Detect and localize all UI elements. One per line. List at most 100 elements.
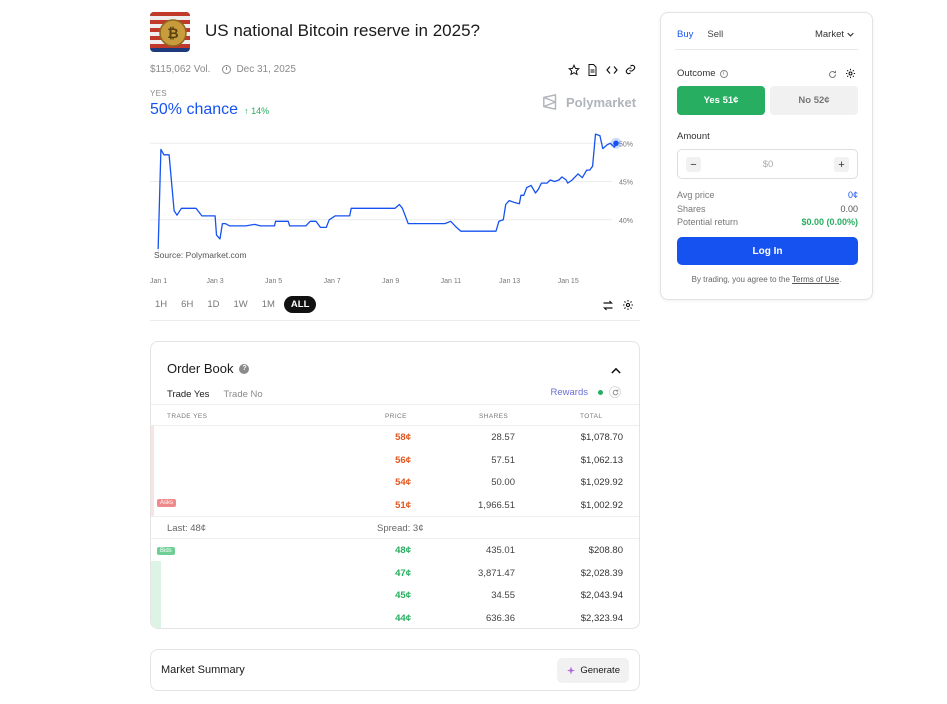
tab-trade-yes[interactable]: Trade Yes	[167, 389, 209, 400]
swap-arrows-icon[interactable]	[602, 298, 614, 316]
stat-label: Avg price	[677, 190, 715, 200]
tab-sell[interactable]: Sell	[707, 29, 723, 50]
market-thumbnail: ₿	[150, 12, 190, 52]
asks-tag: Asks	[157, 499, 177, 507]
tab-buy[interactable]: Buy	[677, 29, 694, 50]
refresh-icon[interactable]	[828, 66, 837, 84]
order-total: $1,002.92	[580, 499, 623, 511]
terms-of-use-link[interactable]: Terms of Use	[792, 275, 839, 284]
sparkle-icon	[567, 666, 576, 674]
order-book-panel: Order Book ? Trade Yes Trade No Rewards …	[150, 341, 640, 629]
bid-row[interactable]: 44¢ 636.36 $2,323.94	[151, 607, 639, 629]
help-icon[interactable]: ?	[239, 363, 250, 374]
settings-gear-icon[interactable]	[622, 298, 634, 316]
market-meta: $115,062 Vol. Dec 31, 2025	[150, 64, 296, 75]
embed-code-icon[interactable]	[604, 62, 619, 77]
market-actions	[566, 62, 638, 77]
bid-row[interactable]: 48¢ 435.01 $208.80	[151, 539, 639, 562]
login-button[interactable]: Log In	[677, 237, 858, 265]
x-tick-label: Jan 7	[324, 278, 341, 285]
outcome-label: YES	[150, 89, 167, 98]
price-chart-svg: 40%45%50%Jan 1 Jan 3 Jan 5 Jan 7 Jan 9 Jan 11…	[150, 133, 633, 285]
divider	[150, 320, 640, 321]
range-button-1d[interactable]: 1D	[202, 296, 224, 313]
range-button-6h[interactable]: 6H	[176, 296, 198, 313]
market-summary-title: Market Summary	[161, 664, 245, 676]
order-shares: 1,966.51	[478, 499, 515, 511]
bid-row[interactable]: 45¢ 34.55 $2,043.94	[151, 584, 639, 607]
header-price: PRICE	[385, 413, 407, 420]
bid-row[interactable]: 47¢ 3,871.47 $2,028.39	[151, 562, 639, 585]
order-shares: 636.36	[485, 612, 515, 624]
chart-source: Source: Polymarket.com	[152, 249, 249, 261]
polymarket-logo-icon	[543, 94, 557, 110]
chevron-down-icon	[847, 32, 854, 37]
chevron-up-icon[interactable]	[611, 361, 621, 379]
order-price: 54¢	[395, 477, 411, 488]
trade-panel: Buy Sell Market Outcome i Yes 51¢ No 52¢…	[660, 12, 873, 300]
stat-value: 0.00	[840, 203, 858, 214]
y-tick-label: 40%	[619, 218, 633, 225]
order-total: $1,078.70	[580, 432, 623, 443]
order-shares: 28.57	[491, 432, 515, 443]
ask-row[interactable]: 56¢ 57.51 $1,062.13	[151, 449, 639, 472]
latest-point	[613, 140, 619, 147]
x-tick-label: Jan 3	[207, 278, 224, 285]
ask-row[interactable]: 51¢ 1,966.51 $1,002.92	[151, 494, 639, 517]
chance-row: 50% chance ↑ 14%	[150, 101, 269, 119]
chart-tools	[602, 298, 634, 316]
volume-text: $115,062 Vol.	[150, 64, 211, 75]
decrease-amount-button[interactable]: −	[686, 157, 701, 172]
x-tick-label: Jan 5	[265, 278, 282, 285]
market-summary-panel: Market Summary Generate	[150, 649, 640, 691]
yes-outcome-button[interactable]: Yes 51¢	[677, 86, 765, 115]
stat-label: Potential return	[677, 217, 739, 227]
no-outcome-button[interactable]: No 52¢	[770, 86, 858, 115]
order-book-header: TRADE YES PRICE SHARES TOTAL	[151, 404, 639, 426]
order-shares: 50.00	[491, 477, 515, 488]
link-icon[interactable]	[623, 62, 638, 77]
last-price: Last: 48¢	[167, 523, 207, 534]
header-total: TOTAL	[580, 413, 603, 420]
ask-row[interactable]: 58¢ 28.57 $1,078.70	[151, 426, 639, 449]
refresh-icon[interactable]	[609, 386, 621, 398]
x-tick-label: Jan 11	[441, 278, 462, 285]
header-side: TRADE YES	[167, 413, 208, 420]
tab-trade-no[interactable]: Trade No	[223, 389, 262, 400]
rewards-link[interactable]: Rewards	[551, 387, 589, 398]
stat-value: 0¢	[847, 190, 858, 200]
range-button-1w[interactable]: 1W	[228, 296, 252, 313]
settings-gear-icon[interactable]	[845, 66, 856, 84]
amount-label: Amount	[677, 131, 710, 142]
range-button-1m[interactable]: 1M	[257, 296, 280, 313]
order-total: $208.80	[588, 545, 623, 556]
ask-row[interactable]: 54¢ 50.00 $1,029.92	[151, 471, 639, 494]
x-tick-label: Jan 9	[382, 278, 399, 285]
star-icon[interactable]	[566, 62, 581, 77]
order-shares: 435.01	[485, 545, 515, 556]
order-shares: 34.55	[491, 590, 515, 601]
info-icon[interactable]: i	[719, 69, 728, 78]
range-button-1h[interactable]: 1H	[150, 296, 172, 313]
price-chart[interactable]: 40% 45% 50% Jan 1 Jan 3 Jan 5 Jan 7 Jan 9 Jan 11…	[150, 128, 640, 290]
x-tick-label: Jan 15	[558, 278, 579, 285]
chance-change: ↑ 14%	[244, 106, 270, 116]
increase-amount-button[interactable]: +	[834, 157, 849, 172]
order-type-dropdown[interactable]: Market	[815, 29, 854, 40]
time-range-selector: 1H 6H 1D 1W 1M ALL	[150, 296, 317, 313]
order-price: 44¢	[395, 612, 411, 624]
document-icon[interactable]	[585, 62, 600, 77]
divider	[675, 49, 858, 50]
amount-input[interactable]: − $0 +	[677, 149, 858, 179]
terms-prefix: By trading, you agree to the	[691, 275, 792, 284]
svg-text:₿: ₿	[167, 26, 178, 42]
order-type-label: Market	[814, 29, 844, 40]
order-total: $1,062.13	[580, 454, 623, 466]
generate-button[interactable]: Generate	[557, 658, 629, 683]
outcome-section-label: Outcome i	[677, 68, 728, 79]
range-button-all[interactable]: ALL	[283, 296, 317, 313]
order-price: 48¢	[395, 545, 411, 556]
stat-potential-return: Potential return $0.00 (0.00%)	[677, 217, 858, 231]
rewards-indicator: Rewards	[551, 386, 621, 398]
amount-value[interactable]: $0	[728, 159, 808, 170]
